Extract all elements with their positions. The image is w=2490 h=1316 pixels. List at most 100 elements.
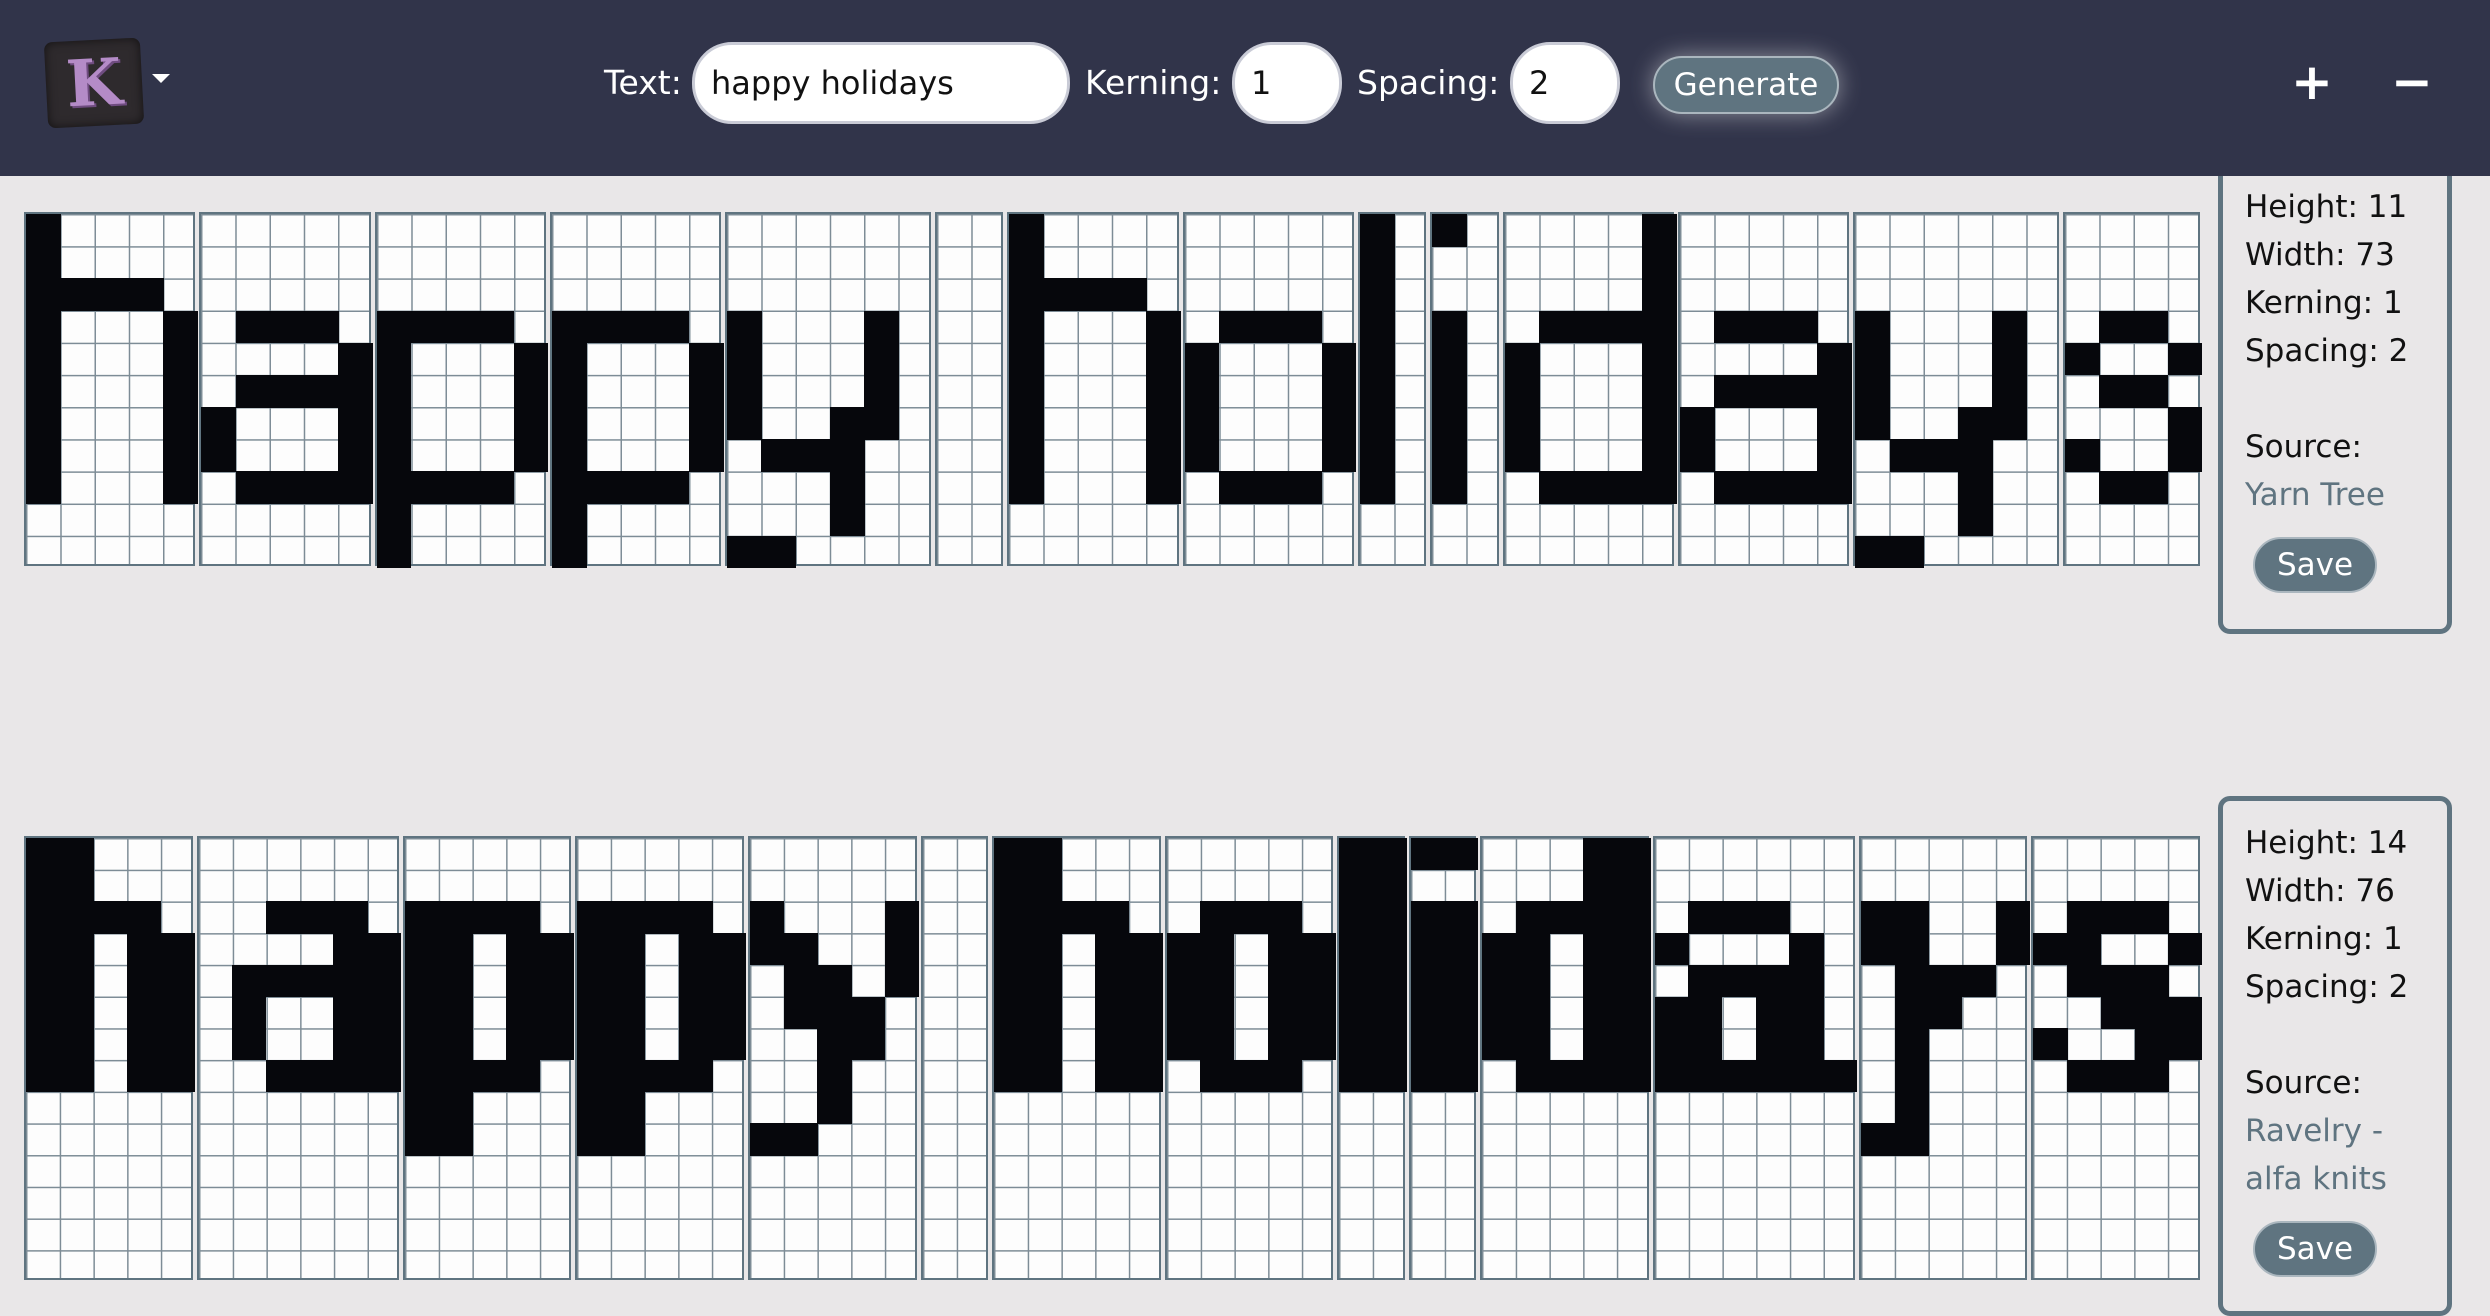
stitch-cell: [1267, 1060, 1302, 1093]
stitch-cell: [2134, 1028, 2169, 1061]
stitch-cell: [232, 1028, 267, 1061]
stitch-cell: [438, 996, 473, 1029]
stitch-cell: [1817, 471, 1852, 505]
save-button[interactable]: Save: [2253, 1221, 2378, 1277]
stitch-cell: [1889, 439, 1925, 472]
stitch-cell: [1583, 933, 1618, 966]
stitch-cell: [761, 439, 797, 472]
stitch-cell: [678, 996, 713, 1029]
stitch-cell: [1444, 901, 1479, 934]
kerning-input[interactable]: [1232, 42, 1342, 124]
stitch-cell: [1166, 964, 1201, 998]
stitch-cell: [2099, 374, 2134, 408]
stitch-cell: [127, 933, 162, 966]
stitch-cell: [160, 996, 196, 1029]
stitch-cell: [1009, 407, 1044, 440]
stitch-cell: [1823, 1060, 1858, 1093]
stitch-cell: [829, 407, 865, 440]
stitch-cell: [438, 1123, 473, 1156]
stitch-cell: [2167, 407, 2203, 440]
stitch-cell: [1095, 1060, 1130, 1093]
stitch-cell: [367, 996, 402, 1029]
stitch-cell: [2067, 933, 2102, 966]
stitch-cell: [1233, 901, 1269, 934]
stitch-cell: [59, 933, 94, 966]
stitch-cell: [1027, 1028, 1062, 1061]
stitch-cell: [1958, 407, 1993, 440]
stitch-cell: [1444, 838, 1479, 871]
stitch-cell: [1755, 901, 1790, 934]
chevron-down-icon[interactable]: [152, 74, 170, 83]
stitch-cell: [1721, 901, 1757, 934]
stitch-cell: [1339, 1060, 1374, 1093]
stitch-cell: [201, 439, 237, 472]
stitch-cell: [1714, 374, 1750, 408]
generate-button[interactable]: Generate: [1653, 56, 1839, 114]
text-input[interactable]: [692, 42, 1070, 124]
text-label: Text:: [604, 63, 682, 102]
stitch-cell: [338, 374, 374, 408]
source-link[interactable]: Ravelry - alfa knits: [2245, 1107, 2425, 1203]
stitch-cell: [611, 901, 646, 934]
stitch-cell: [551, 471, 587, 505]
app-logo[interactable]: K: [43, 37, 145, 129]
stitch-cell: [1009, 439, 1044, 472]
stitch-cell: [1009, 246, 1044, 279]
save-button[interactable]: Save: [2253, 537, 2378, 593]
stitch-cell: [1549, 901, 1584, 934]
stitch-cell: [472, 1060, 507, 1093]
stitch-cell: [994, 901, 1029, 934]
stitch-cell: [1504, 342, 1540, 376]
zoom-out-button[interactable]: −: [2382, 52, 2442, 112]
spacing-input[interactable]: [1510, 42, 1620, 124]
stitch-cell: [1721, 1060, 1757, 1093]
stitch-cell: [1027, 996, 1062, 1029]
stitch-cell: [1515, 901, 1550, 934]
stitch-cell: [750, 1123, 785, 1156]
stitch-cell: [1184, 374, 1220, 408]
stitch-cell: [1894, 1060, 1929, 1093]
stitch-cell: [1146, 407, 1181, 440]
stitch-cell: [1184, 342, 1220, 376]
glyph-a: [1652, 836, 1858, 1280]
stitch-cell: [1616, 933, 1652, 966]
stitch-cell: [1894, 1123, 1929, 1156]
glyph-y: [748, 836, 920, 1280]
stitch-cell: [1539, 310, 1574, 344]
stitch-cell: [678, 933, 713, 966]
glyph-a: [196, 836, 402, 1280]
stitch-cell: [1301, 933, 1336, 966]
stitch-cell: [1339, 996, 1374, 1029]
stitch-cell: [1782, 471, 1818, 505]
stitch-cell: [688, 407, 724, 440]
stitch-cell: [410, 310, 446, 344]
stitch-cell: [338, 407, 374, 440]
stitch-cell: [644, 1060, 680, 1093]
stitch-cell: [376, 342, 412, 376]
stitch-cell: [1359, 439, 1395, 472]
stitch-cell: [299, 901, 334, 934]
stitch-cell: [727, 535, 762, 569]
glyph-d: [1502, 212, 1677, 566]
stitch-cell: [505, 901, 541, 934]
source-link[interactable]: Yarn Tree: [2245, 471, 2425, 519]
stitch-cell: [1166, 933, 1201, 966]
glyph-a: [1678, 212, 1852, 566]
stitch-cell: [1755, 1060, 1790, 1093]
zoom-in-button[interactable]: +: [2282, 52, 2342, 112]
stitch-cell: [163, 374, 198, 408]
stitch-cell: [539, 996, 574, 1029]
stitch-cell: [1233, 1060, 1269, 1093]
stitch-cell: [1200, 1060, 1235, 1093]
stitch-cell: [26, 964, 61, 998]
stitch-cell: [1607, 471, 1643, 505]
stitch-cell: [163, 310, 198, 344]
stitch-cell: [750, 933, 785, 966]
stitch-cell: [1359, 342, 1395, 376]
stitch-cell: [1009, 471, 1044, 505]
stitch-cell: [1855, 310, 1891, 344]
stitch-cell: [1321, 374, 1357, 408]
stitch-cell: [1482, 996, 1517, 1029]
glyph-p: [402, 836, 574, 1280]
stitch-cell: [1339, 869, 1374, 902]
